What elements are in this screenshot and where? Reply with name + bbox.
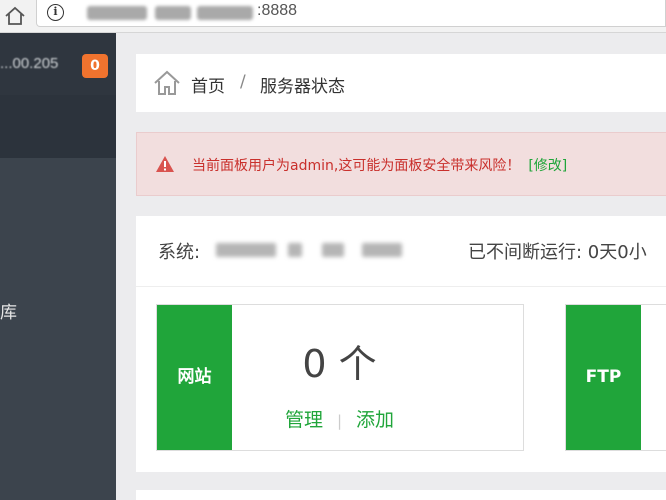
sidebar-item-database[interactable]: 库 <box>0 298 17 323</box>
sidebar: ...00.205 0 库 <box>0 33 116 500</box>
sidebar-item-home[interactable] <box>0 95 116 158</box>
breadcrumb-separator: / <box>240 72 246 92</box>
sidebar-header: ...00.205 0 <box>0 33 116 95</box>
server-ip: ...00.205 <box>0 55 59 72</box>
status-panel: 系统: 已不间断运行: 0天0小 网站 0 个 管理 | 添加 FTP <box>136 216 666 472</box>
website-card: 网站 0 个 管理 | 添加 <box>156 304 524 451</box>
url-redacted <box>87 6 147 20</box>
website-add-link[interactable]: 添加 <box>356 409 394 431</box>
url-port: :8888 <box>257 2 298 19</box>
security-alert: 当前面板用户为admin,这可能为面板安全带来风险！ [修改] <box>136 132 666 196</box>
system-info-redacted <box>362 243 402 257</box>
website-manage-link[interactable]: 管理 <box>285 409 323 431</box>
website-actions: 管理 | 添加 <box>232 405 447 432</box>
action-divider: | <box>336 412 343 430</box>
system-label: 系统: <box>158 242 201 263</box>
site-info-icon[interactable]: i <box>47 4 64 21</box>
browser-home-icon[interactable] <box>4 6 26 26</box>
system-info-redacted <box>216 243 276 257</box>
website-count: 0 个 <box>302 342 377 386</box>
next-panel <box>136 490 666 500</box>
home-icon[interactable] <box>152 69 182 97</box>
url-redacted <box>197 6 253 20</box>
divider <box>136 286 666 287</box>
browser-address-bar: i :8888 <box>0 0 666 33</box>
url-input[interactable]: i :8888 <box>36 0 666 27</box>
modify-link[interactable]: [修改] <box>528 158 567 174</box>
ftp-tag: FTP <box>566 305 641 450</box>
warning-icon <box>156 156 174 172</box>
url-redacted <box>155 6 191 20</box>
system-info-redacted <box>288 243 302 257</box>
alert-message: 当前面板用户为admin,这可能为面板安全带来风险！ [修改] <box>192 158 568 174</box>
notification-badge[interactable]: 0 <box>82 54 108 78</box>
website-tag: 网站 <box>157 305 232 450</box>
breadcrumb: 首页 / 服务器状态 <box>136 54 666 112</box>
breadcrumb-home[interactable]: 首页 <box>191 72 225 97</box>
uptime-text: 已不间断运行: 0天0小 <box>468 242 647 263</box>
ftp-card: FTP <box>565 304 666 451</box>
breadcrumb-current: 服务器状态 <box>260 77 345 97</box>
system-info-redacted <box>322 243 344 257</box>
